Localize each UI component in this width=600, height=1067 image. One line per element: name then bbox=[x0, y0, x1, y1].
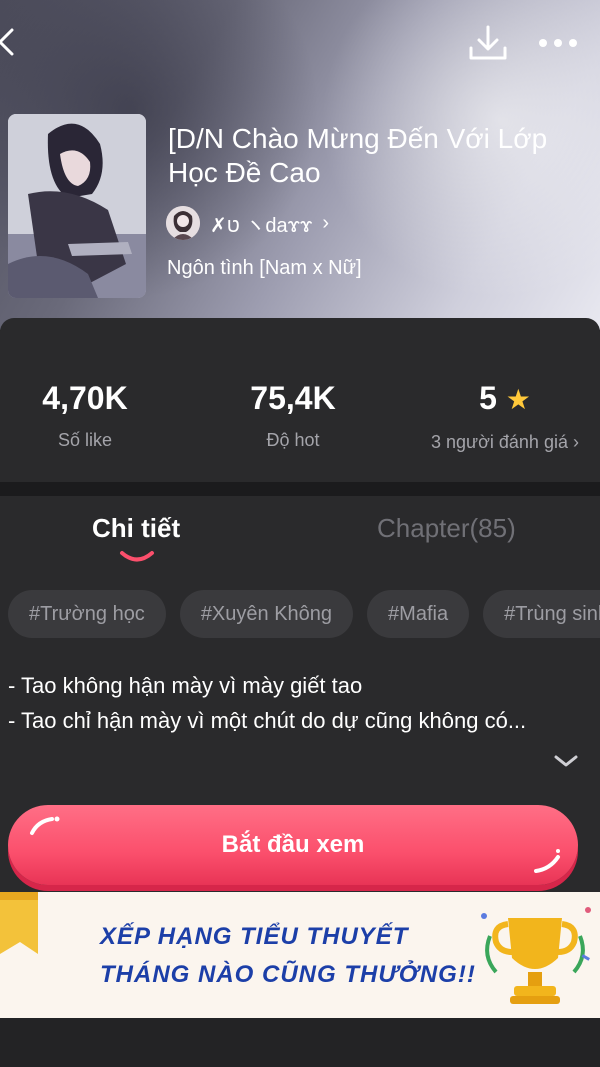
tag-chip[interactable]: #Trường học bbox=[8, 590, 166, 638]
download-icon bbox=[469, 25, 507, 60]
stat-hot: 75,4K Độ hot bbox=[228, 378, 358, 451]
chevron-right-icon: › bbox=[322, 211, 329, 234]
rating-value-row: 5 ★ bbox=[420, 378, 590, 420]
trophy-icon bbox=[481, 907, 591, 1004]
shine-decoration-icon bbox=[534, 849, 560, 873]
star-icon: ★ bbox=[505, 384, 531, 415]
expand-description-button[interactable] bbox=[552, 750, 580, 772]
active-tab-indicator bbox=[120, 551, 154, 562]
tags-list: #Trường học #Xuyên Không #Mafia #Trùng s… bbox=[8, 590, 600, 638]
start-reading-button[interactable]: Bắt đầu xem bbox=[8, 805, 578, 885]
section-divider bbox=[0, 482, 600, 496]
stat-rating[interactable]: 5 ★ 3 người đánh giá › bbox=[420, 378, 590, 453]
cover-illustration bbox=[8, 114, 146, 298]
tag-chip[interactable]: #Mafia bbox=[367, 590, 470, 638]
tab-details[interactable]: Chi tiết bbox=[92, 513, 180, 544]
more-options-button[interactable] bbox=[536, 28, 580, 58]
rating-value: 5 bbox=[479, 380, 497, 416]
author-name: ✗ט ヽdaɤɤ bbox=[210, 214, 313, 237]
chevron-left-icon bbox=[0, 28, 14, 56]
start-reading-label: Bắt đầu xem bbox=[221, 831, 365, 858]
story-cover-image[interactable] bbox=[8, 114, 146, 298]
back-button[interactable] bbox=[0, 24, 30, 64]
tag-chip[interactable]: #Xuyên Không bbox=[179, 590, 354, 638]
author-link[interactable]: ✗ט ヽdaɤɤ › bbox=[166, 206, 329, 240]
ribbon-icon bbox=[0, 892, 38, 954]
tags-scroller[interactable]: #Trường học #Xuyên Không #Mafia #Trùng s… bbox=[0, 580, 600, 650]
tab-chapters[interactable]: Chapter(85) bbox=[377, 513, 516, 544]
story-title: [D/N Chào Mừng Đến Với Lớp Học Đề Cao bbox=[168, 123, 548, 188]
banner-line-1: XẾP HẠNG TIỂU THUYẾT bbox=[100, 923, 409, 950]
banner-text: XẾP HẠNG TIỂU THUYẾT THÁNG NÀO CŨNG THƯỞ… bbox=[100, 918, 476, 994]
author-avatar bbox=[166, 206, 200, 240]
chevron-down-icon bbox=[554, 755, 578, 767]
ranking-promo-banner[interactable]: XẾP HẠNG TIỂU THUYẾT THÁNG NÀO CŨNG THƯỞ… bbox=[0, 892, 600, 1018]
more-dots-icon bbox=[539, 39, 577, 47]
story-genre: Ngôn tình [Nam x Nữ] bbox=[167, 257, 362, 279]
likes-value: 4,70K bbox=[42, 380, 128, 416]
bottom-spacer bbox=[0, 1018, 600, 1067]
hot-value: 75,4K bbox=[250, 380, 336, 416]
likes-label: Số like bbox=[57, 430, 113, 450]
story-description: - Tao không hận mày vì mày giết tao - Ta… bbox=[8, 673, 527, 733]
tag-chip[interactable]: #Trùng sinh bbox=[483, 590, 600, 638]
stat-likes: 4,70K Số like bbox=[20, 378, 150, 451]
hot-label: Độ hot bbox=[266, 430, 320, 450]
rating-label: 3 người đánh giá › bbox=[431, 432, 579, 452]
download-button[interactable] bbox=[468, 24, 508, 62]
banner-line-2: THÁNG NÀO CŨNG THƯỞNG!! bbox=[100, 961, 476, 988]
